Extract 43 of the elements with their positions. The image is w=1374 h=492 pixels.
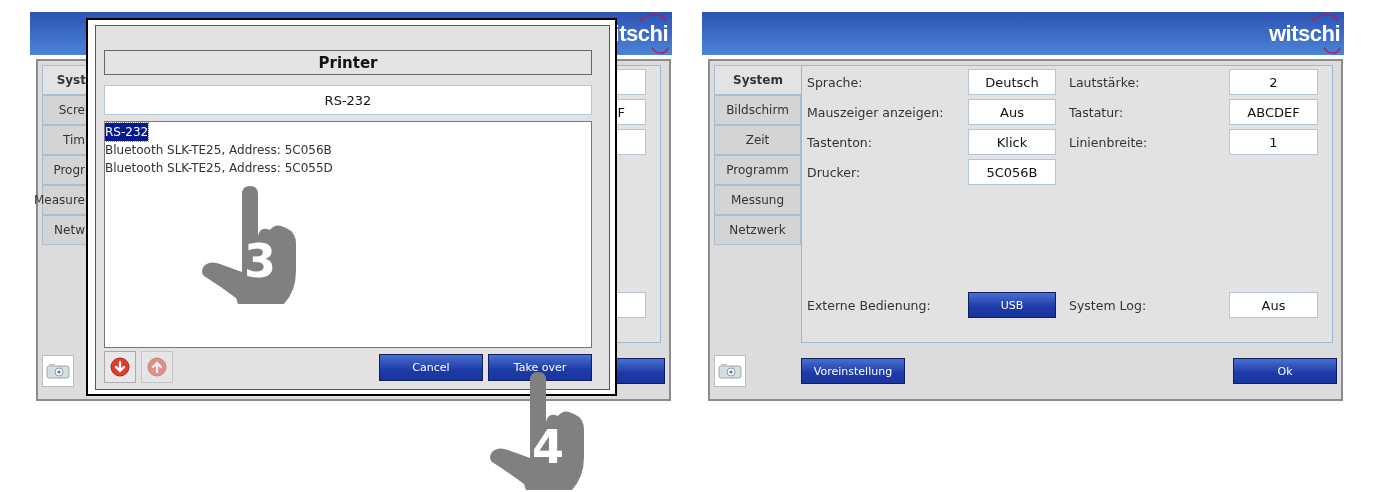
camera-button[interactable] [714,355,746,387]
setting-label: Linienbreite: [1069,134,1149,150]
value-field[interactable]: 1 [1229,129,1318,155]
printer-option[interactable]: RS-232 [105,123,149,141]
value-field[interactable]: Aus [968,99,1056,125]
setting-label: Externe Bedienung: [807,297,932,313]
value-field[interactable]: Deutsch [968,69,1056,95]
preset-button[interactable]: Voreinstellung [801,358,905,384]
camera-icon [718,363,742,379]
take-over-button[interactable]: Take over [488,353,592,381]
selected-printer-field[interactable]: RS-232 [104,85,592,115]
value-field[interactable]: 2 [1229,69,1318,95]
cancel-button[interactable]: Cancel [379,353,483,381]
value-field[interactable]: Aus [1229,292,1318,318]
dialog-title: Printer [104,50,592,75]
logo: witschi [1268,20,1340,47]
setting-label: Tastenton: [807,134,873,150]
setting-label: Sprache: [807,74,864,90]
setting-label: Drucker: [807,164,862,180]
value-field[interactable]: Klick [968,129,1056,155]
usb-button[interactable]: USB [968,292,1056,318]
setting-label: Tastatur: [1069,104,1125,120]
camera-icon [46,363,70,379]
value-field[interactable]: ABCDEF [1229,99,1318,125]
sidebar-tab[interactable]: Zeit [714,125,801,155]
camera-button[interactable] [42,355,74,387]
arc-icon [1310,12,1340,21]
arc-icon [638,12,668,21]
setting-label: Mauszeiger anzeigen: [807,104,945,120]
setting-label: System Log: [1069,297,1148,313]
value-field[interactable]: 5C056B [968,159,1056,185]
step-number: 4 [532,424,564,470]
move-down-button[interactable] [104,351,136,383]
ok-button[interactable]: Ok [1233,358,1337,384]
arc-icon [1322,46,1342,55]
step-number: 3 [244,238,276,284]
setting-label: Lautstärke: [1069,74,1141,90]
sidebar-tab[interactable]: Bildschirm [714,95,801,125]
arc-icon [650,46,670,55]
sidebar-tab[interactable]: Netzwerk [714,215,801,245]
sidebar-tab[interactable]: System [714,65,801,95]
sidebar-tab[interactable]: Programm [714,155,801,185]
sidebar-tab[interactable]: Messung [714,185,801,215]
